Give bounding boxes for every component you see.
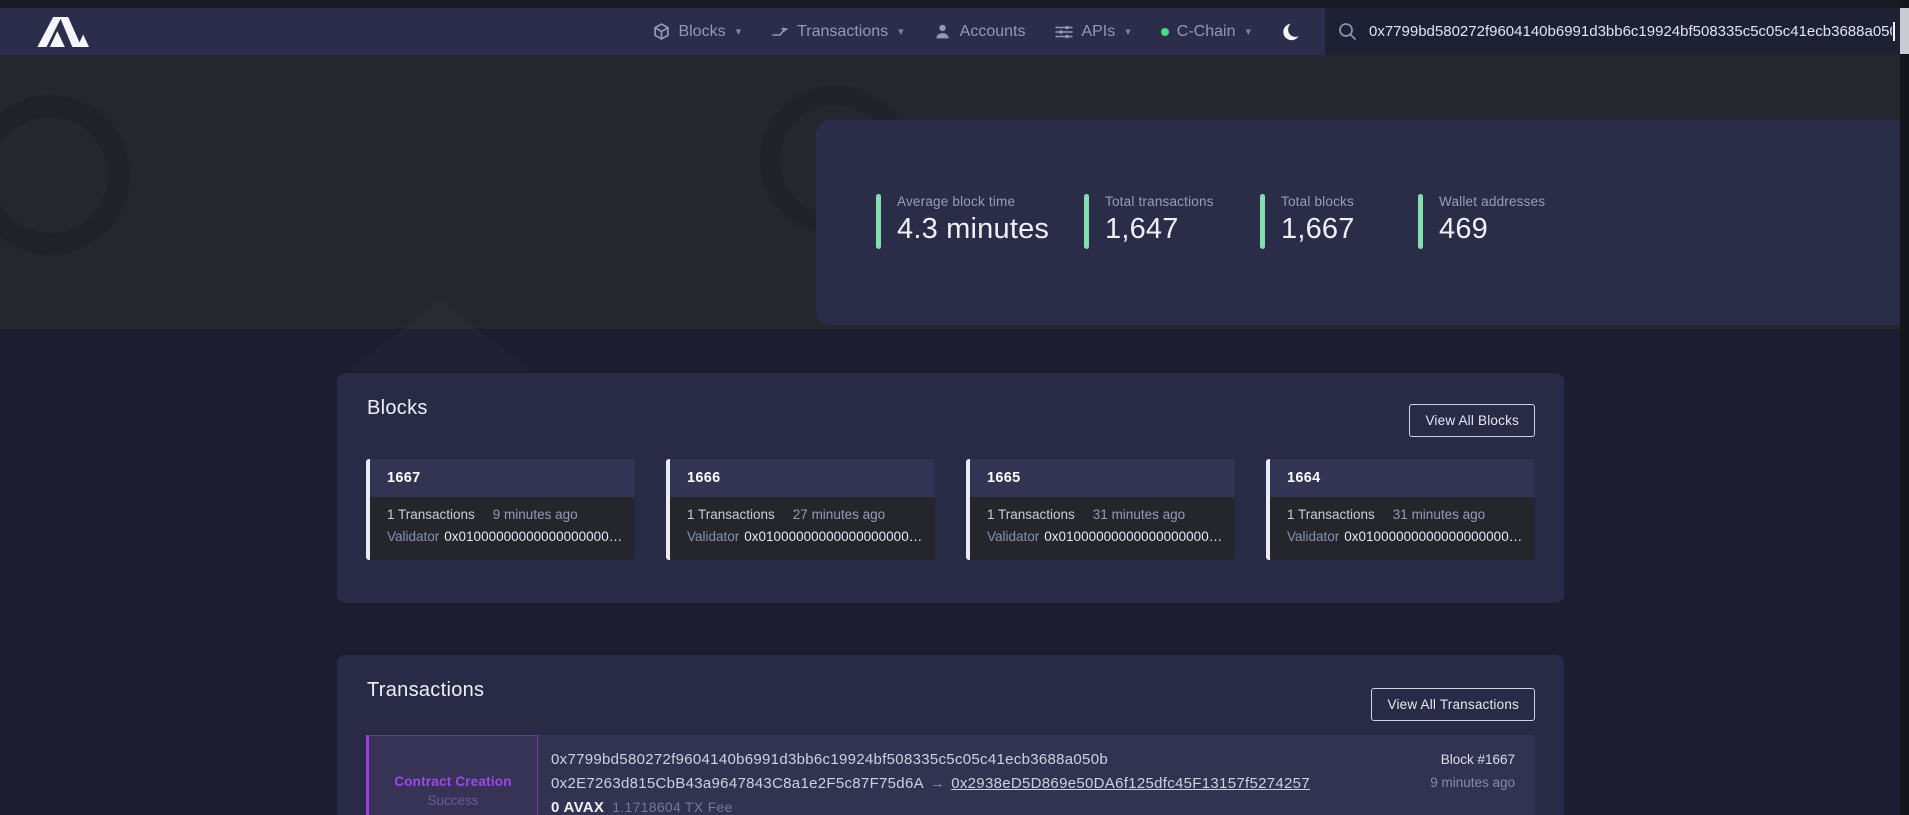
transaction-row: Contract Creation Success 0x7799bd580272…	[366, 735, 1535, 815]
decorative-circle	[0, 95, 130, 255]
hero-banner: Average block time 4.3 minutes Total tra…	[0, 55, 1900, 329]
stat-wallet-addresses: Wallet addresses 469	[1418, 194, 1545, 249]
dark-mode-moon-icon[interactable]	[1281, 21, 1303, 43]
block-card: 1666 1 Transactions 27 minutes ago Valid…	[666, 459, 935, 560]
transactions-section-title: Transactions	[367, 679, 484, 702]
block-tx-count: 1 Transactions	[687, 507, 775, 522]
top-strip	[0, 0, 1909, 8]
nav-item-blocks[interactable]: Blocks ▾	[652, 23, 741, 41]
stats-panel: Average block time 4.3 minutes Total tra…	[816, 120, 1900, 325]
validator-label: Validator	[387, 529, 439, 544]
validator-address-link[interactable]: 0x01000000000000000000000000000000000000…	[444, 529, 625, 544]
stat-label: Total transactions	[1105, 194, 1214, 209]
swap-arrows-icon	[771, 23, 789, 41]
page-scrollbar-track	[1900, 0, 1909, 815]
stat-accent-bar	[1260, 194, 1265, 249]
transaction-block-link[interactable]: Block #1667	[1430, 752, 1515, 767]
transaction-fee: 1.1718604 TX Fee	[612, 799, 733, 815]
view-all-transactions-button[interactable]: View All Transactions	[1371, 688, 1535, 721]
to-address-link[interactable]: 0x2938eD5D869e50DA6f125dfc45F13157f52742…	[951, 775, 1310, 792]
chain-status-dot	[1161, 28, 1169, 36]
block-tx-count: 1 Transactions	[1287, 507, 1375, 522]
text-caret	[1893, 22, 1895, 41]
stat-total-blocks: Total blocks 1,667	[1260, 194, 1418, 249]
stat-accent-bar	[1418, 194, 1423, 249]
block-card: 1664 1 Transactions 31 minutes ago Valid…	[1266, 459, 1535, 560]
blocks-grid: 1667 1 Transactions 9 minutes ago Valida…	[366, 459, 1535, 560]
nav-item-accounts[interactable]: Accounts	[934, 23, 1026, 41]
transaction-meta: Block #1667 9 minutes ago	[1430, 735, 1535, 815]
nav-menu: Blocks ▾ Transactions ▾ Accounts APIs ▾ …	[652, 8, 1303, 55]
nav-label-chain: C-Chain	[1177, 23, 1236, 41]
chevron-down-icon: ▾	[1125, 25, 1131, 38]
nav-label-accounts: Accounts	[960, 23, 1026, 41]
transaction-status-badge: Success	[427, 793, 478, 808]
stat-value: 469	[1439, 213, 1545, 246]
nav-item-transactions[interactable]: Transactions ▾	[771, 23, 904, 41]
stat-label: Total blocks	[1281, 194, 1355, 209]
block-age: 31 minutes ago	[1393, 507, 1485, 522]
stat-label: Wallet addresses	[1439, 194, 1545, 209]
cube-icon	[652, 23, 670, 41]
nav-item-apis[interactable]: APIs ▾	[1055, 23, 1130, 41]
stat-value: 1,667	[1281, 213, 1355, 246]
validator-address-link[interactable]: 0x01000000000000000000000000000000000000…	[1344, 529, 1525, 544]
block-age: 31 minutes ago	[1093, 507, 1185, 522]
transactions-section: Transactions View All Transactions Contr…	[337, 655, 1564, 815]
block-card: 1667 1 Transactions 9 minutes ago Valida…	[366, 459, 635, 560]
chevron-down-icon: ▾	[736, 25, 742, 38]
block-age: 9 minutes ago	[493, 507, 578, 522]
search-bar	[1325, 8, 1900, 55]
search-icon	[1338, 22, 1357, 46]
block-number-link[interactable]: 1664	[1287, 470, 1320, 486]
transaction-details: 0x7799bd580272f9604140b6991d3bb6c19924bf…	[538, 735, 1310, 815]
stat-average-block-time: Average block time 4.3 minutes	[876, 194, 1084, 249]
nav-label-transactions: Transactions	[797, 23, 888, 41]
sliders-icon	[1055, 23, 1073, 41]
person-icon	[934, 23, 952, 41]
stat-value: 1,647	[1105, 213, 1214, 246]
blocks-section: Blocks View All Blocks 1667 1 Transactio…	[337, 373, 1564, 603]
transaction-hash-link[interactable]: 0x7799bd580272f9604140b6991d3bb6c19924bf…	[551, 751, 1310, 768]
view-all-blocks-button[interactable]: View All Blocks	[1409, 404, 1535, 437]
stat-accent-bar	[1084, 194, 1089, 249]
stat-value: 4.3 minutes	[897, 213, 1049, 246]
block-number-link[interactable]: 1667	[387, 470, 420, 486]
block-card-accent-bar	[666, 459, 670, 560]
transaction-type: Contract Creation	[394, 774, 511, 789]
stat-label: Average block time	[897, 194, 1049, 209]
decorative-triangle	[350, 300, 530, 370]
avalanche-logo[interactable]	[36, 17, 92, 47]
nav-label-apis: APIs	[1081, 23, 1115, 41]
validator-label: Validator	[987, 529, 1039, 544]
validator-address-link[interactable]: 0x01000000000000000000000000000000000000…	[744, 529, 925, 544]
block-tx-count: 1 Transactions	[387, 507, 475, 522]
stat-accent-bar	[876, 194, 881, 249]
transaction-type-cell: Contract Creation Success	[366, 735, 538, 815]
arrow-right-icon: →	[930, 775, 945, 792]
block-card-accent-bar	[366, 459, 370, 560]
chevron-down-icon: ▾	[1245, 25, 1251, 38]
stats-row: Average block time 4.3 minutes Total tra…	[876, 194, 1545, 249]
validator-label: Validator	[687, 529, 739, 544]
validator-label: Validator	[1287, 529, 1339, 544]
block-card-accent-bar	[966, 459, 970, 560]
page-scrollbar-thumb[interactable]	[1900, 8, 1909, 54]
block-tx-count: 1 Transactions	[987, 507, 1075, 522]
block-number-link[interactable]: 1665	[987, 470, 1020, 486]
block-card-accent-bar	[1266, 459, 1270, 560]
chevron-down-icon: ▾	[898, 25, 904, 38]
block-card: 1665 1 Transactions 31 minutes ago Valid…	[966, 459, 1235, 560]
block-number-link[interactable]: 1666	[687, 470, 720, 486]
transaction-amount: 0 AVAX	[551, 799, 604, 815]
blocks-section-title: Blocks	[367, 397, 428, 420]
search-input[interactable]	[1325, 8, 1900, 55]
stat-total-transactions: Total transactions 1,647	[1084, 194, 1260, 249]
block-age: 27 minutes ago	[793, 507, 885, 522]
nav-item-chain-selector[interactable]: C-Chain ▾	[1161, 23, 1251, 41]
validator-address-link[interactable]: 0x01000000000000000000000000000000000000…	[1044, 529, 1225, 544]
transaction-age: 9 minutes ago	[1430, 775, 1515, 790]
from-address-link[interactable]: 0x2E7263d815CbB43a9647843C8a1e2F5c87F75d…	[551, 775, 924, 792]
nav-label-blocks: Blocks	[678, 23, 725, 41]
